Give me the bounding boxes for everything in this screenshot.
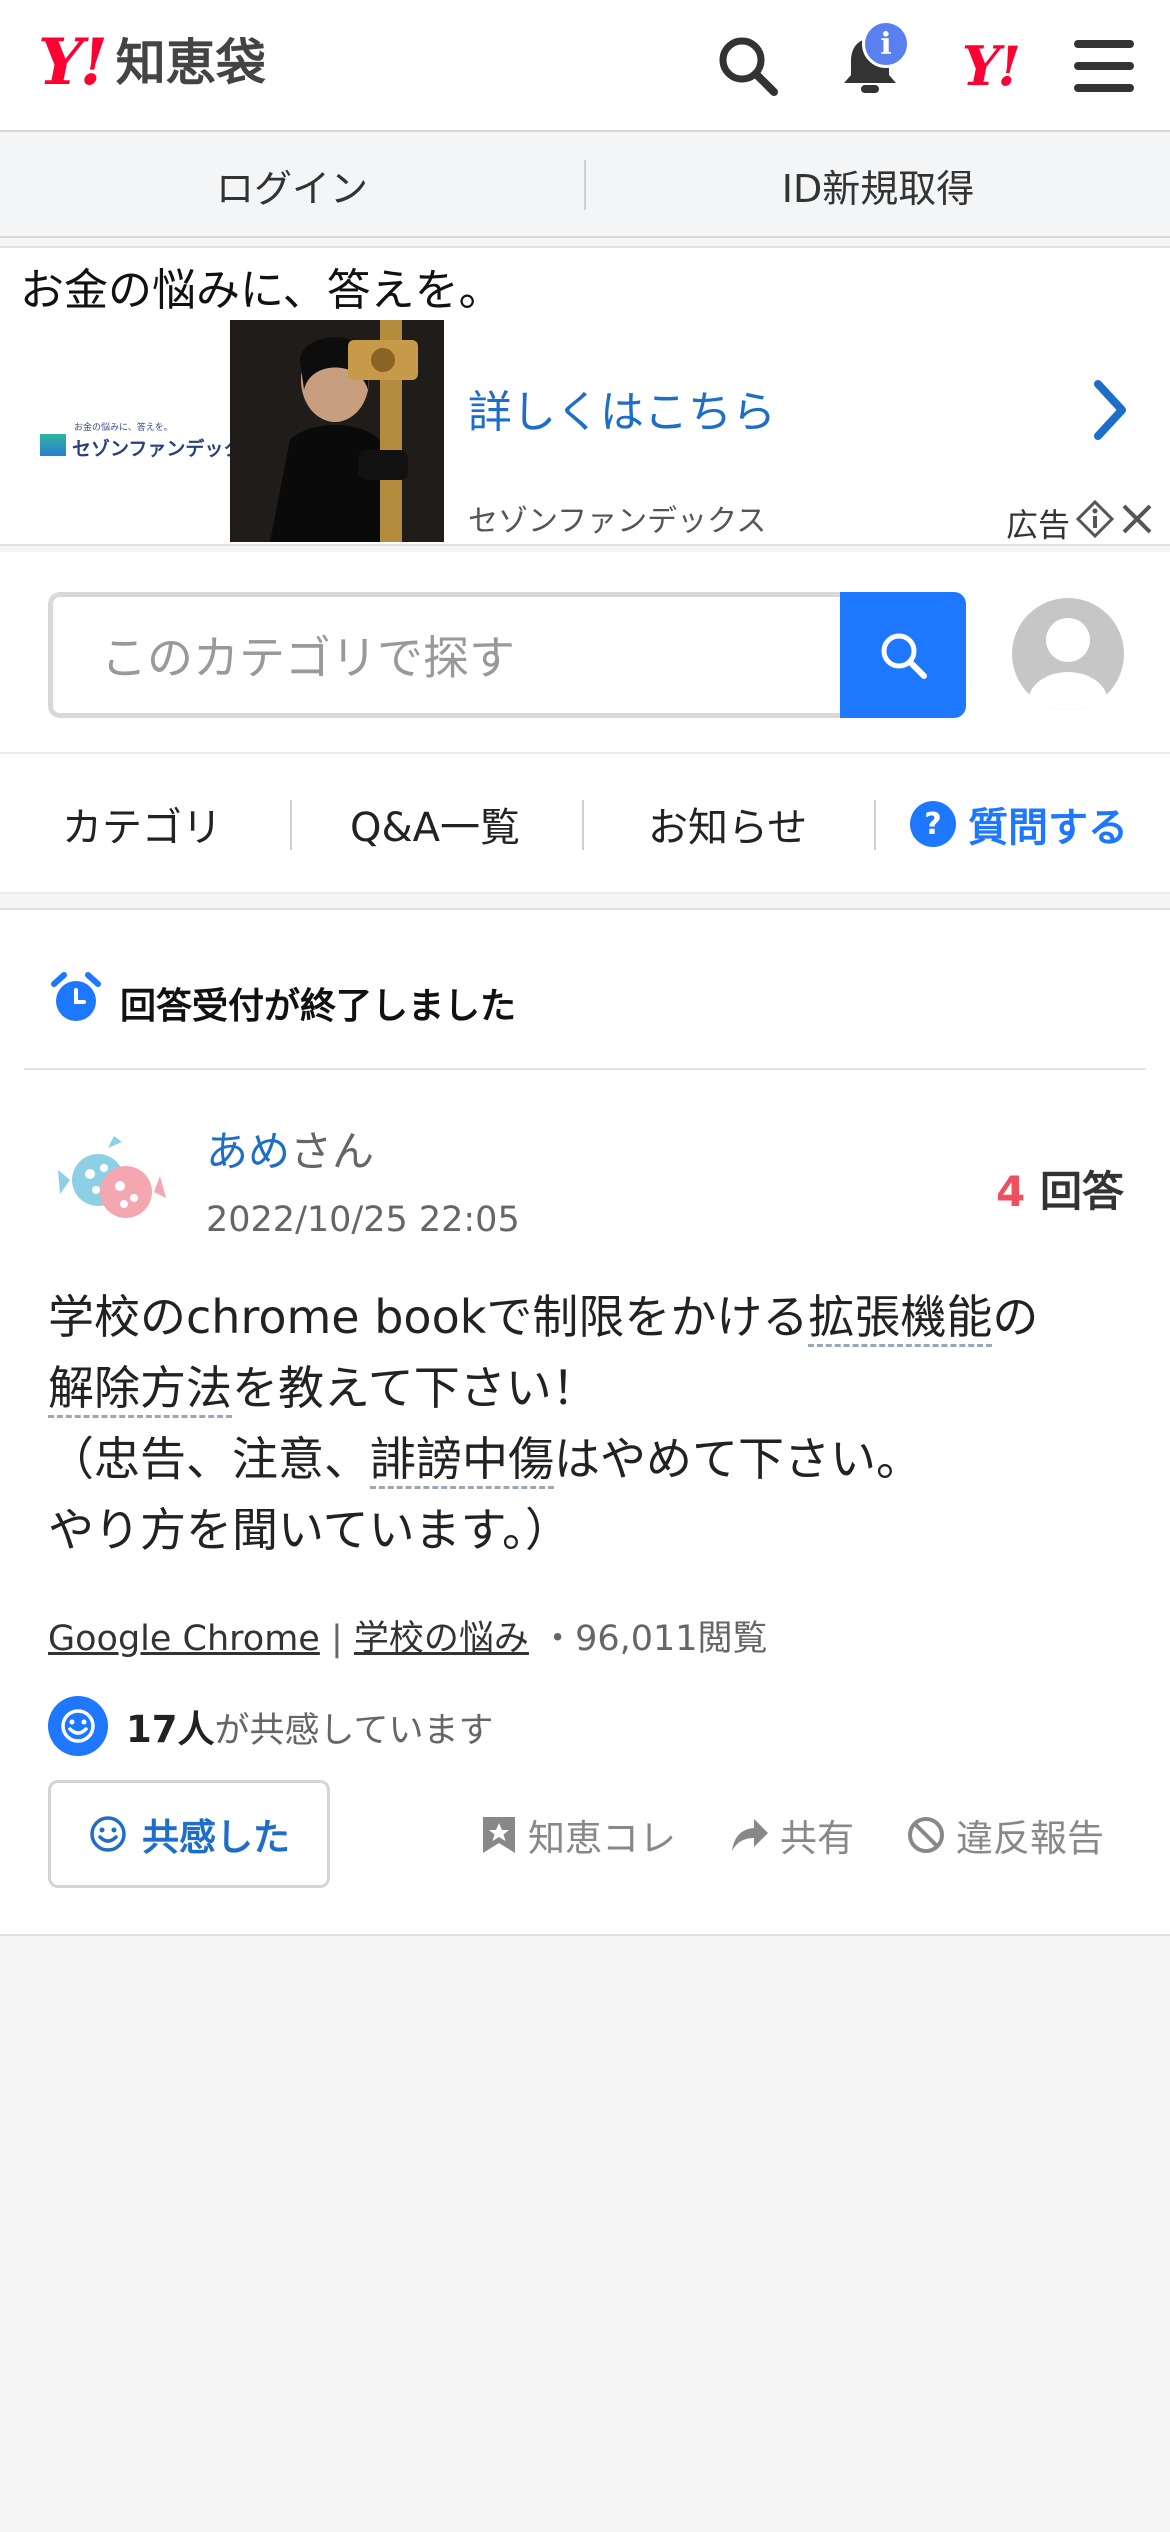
collect-button[interactable]: 知恵コレ xyxy=(480,1808,676,1862)
chevron-right-icon[interactable] xyxy=(1090,378,1130,446)
ad-advertiser: セゾンファンデックス xyxy=(468,504,767,539)
hamburger-menu-icon[interactable] xyxy=(1068,30,1140,102)
search-icon[interactable] xyxy=(712,30,784,102)
ad-headline: お金の悩みに、答えを。 xyxy=(20,265,503,316)
ad-close-icon[interactable] xyxy=(1120,502,1154,544)
share-arrow-icon xyxy=(732,1819,768,1851)
ad-advertiser-logo: お金の悩みに、答えを。 セゾンファンデックス xyxy=(40,416,261,466)
empathy-count: 17人が共感しています xyxy=(48,1696,493,1756)
alarm-clock-icon xyxy=(50,972,102,1033)
search-button[interactable] xyxy=(840,592,966,718)
yahoo-logo-mark: Y! xyxy=(38,25,108,100)
answer-count[interactable]: 4 回答 xyxy=(996,1158,1124,1219)
report-button[interactable]: 違反報告 xyxy=(906,1808,1104,1862)
nav-notices[interactable]: お知らせ xyxy=(648,754,807,894)
prohibited-icon xyxy=(908,1817,944,1853)
nav-qa-list[interactable]: Q&A一覧 xyxy=(350,754,520,894)
category-link[interactable]: 学校の悩み xyxy=(354,1619,529,1659)
category-links: Google Chrome | 学校の悩み ・96,011閲覧 xyxy=(48,1619,768,1659)
ad-label: 広告 xyxy=(1006,499,1154,546)
logo-text: 知恵袋 xyxy=(115,34,266,92)
category-link[interactable]: Google Chrome xyxy=(48,1619,320,1659)
question-body: 学校のchrome bookで制限をかける拡張機能の 解除方法を教えて下さい！ … xyxy=(48,1290,1039,1557)
search-row: このカテゴリで探す xyxy=(0,552,1170,752)
notification-badge: i xyxy=(862,20,910,68)
share-button[interactable]: 共有 xyxy=(730,1808,854,1862)
category-nav: カテゴリ Q&A一覧 お知らせ ? 質問する xyxy=(0,752,1170,894)
login-link[interactable]: ログイン xyxy=(0,134,584,236)
ad-info-icon[interactable] xyxy=(1075,499,1115,546)
keyword-link[interactable]: 解除方法 xyxy=(48,1361,232,1418)
ad-link[interactable]: 詳しくはこちら xyxy=(468,376,776,440)
register-link[interactable]: ID新規取得 xyxy=(586,134,1170,236)
header: Y! 知恵袋 i Y! xyxy=(0,0,1170,132)
avatar[interactable] xyxy=(1012,598,1124,710)
empathy-button[interactable]: 共感した xyxy=(48,1780,330,1888)
nav-category[interactable]: カテゴリ xyxy=(62,754,222,894)
login-bar: ログイン ID新規取得 xyxy=(0,134,1170,238)
keyword-link[interactable]: 誹謗中傷 xyxy=(370,1432,554,1489)
yahoo-top-link[interactable]: Y! xyxy=(950,30,1030,102)
question-date: 2022/10/25 22:05 xyxy=(206,1200,520,1240)
category-search-input[interactable]: このカテゴリで探す xyxy=(48,592,843,718)
user-name[interactable]: あめさん xyxy=(206,1118,374,1179)
chiebukuro-logo[interactable]: Y! 知恵袋 xyxy=(38,30,266,96)
candy-icon xyxy=(58,1136,166,1218)
question-card: 回答受付が終了しました あめさん 2022/10/25 22:05 4 回答 学… xyxy=(0,908,1170,1936)
ad-photo[interactable] xyxy=(230,320,444,542)
ad-banner[interactable]: お金の悩みに、答えを。 お金の悩みに、答えを。 セゾンファンデックス 詳しくはこ… xyxy=(0,246,1170,546)
ask-question-button[interactable]: ? 質問する xyxy=(910,754,1128,894)
question-icon: ? xyxy=(910,801,956,847)
view-count: ・96,011閲覧 xyxy=(540,1619,768,1659)
search-icon xyxy=(881,633,927,679)
answer-closed-notice: 回答受付が終了しました xyxy=(50,972,516,1033)
default-user-icon xyxy=(1028,618,1108,710)
saison-mark-icon xyxy=(40,434,66,456)
keyword-link[interactable]: 拡張機能 xyxy=(808,1290,993,1347)
smile-icon xyxy=(48,1696,108,1756)
bookmark-star-icon xyxy=(483,1817,515,1853)
notification-bell-icon[interactable]: i xyxy=(834,20,910,102)
user-avatar[interactable] xyxy=(56,1128,168,1240)
smile-icon xyxy=(90,1816,126,1852)
